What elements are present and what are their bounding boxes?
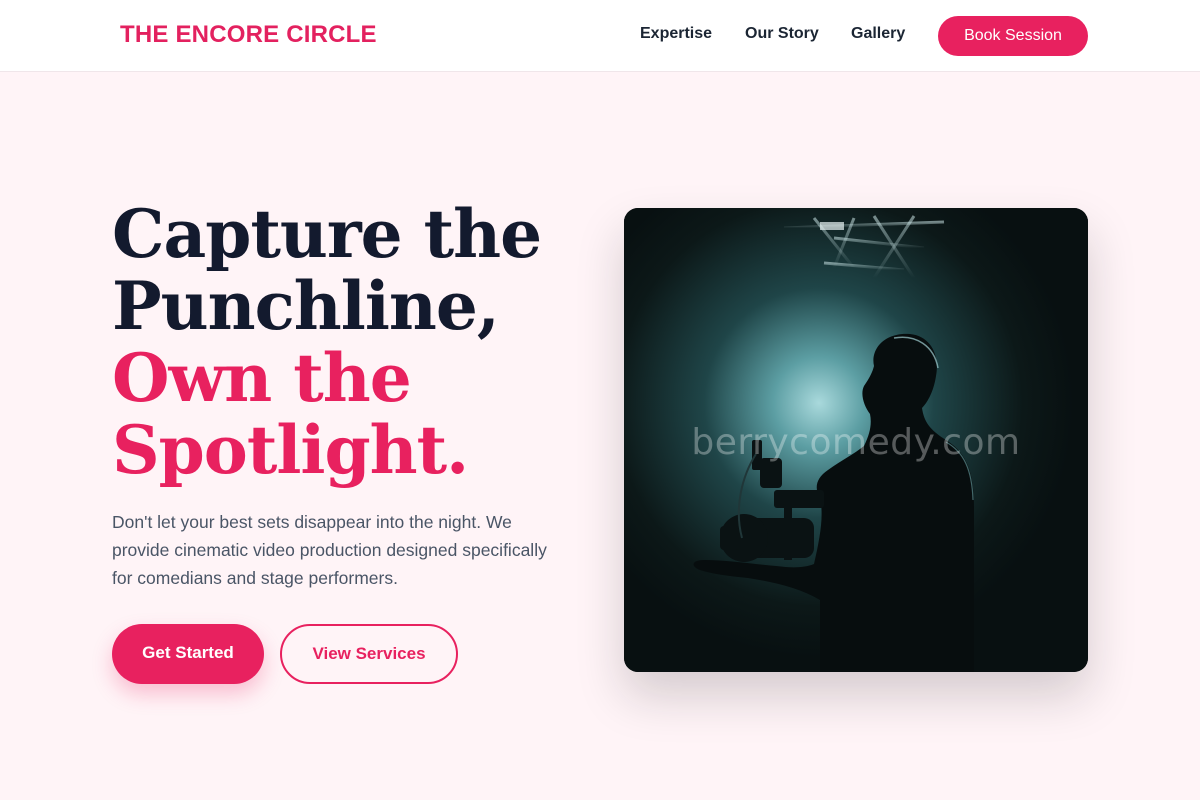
brand-logo[interactable]: THE ENCORE CIRCLE [120,21,377,49]
hero-image: berrycomedy.com [624,208,1088,672]
hero-title: Capture the Punchline, Own the Spotlight… [112,198,582,486]
image-watermark: berrycomedy.com [691,422,1021,463]
view-services-button[interactable]: View Services [280,624,458,684]
hero-title-accent-line: Spotlight. [112,411,469,489]
navbar: THE ENCORE CIRCLE Expertise Our Story Ga… [0,0,1200,72]
nav-link-expertise[interactable]: Expertise [640,25,712,43]
nav-link-gallery[interactable]: Gallery [851,25,905,43]
get-started-button[interactable]: Get Started [112,624,264,684]
hero-title-accent-line: Own the [112,339,412,417]
book-session-button[interactable]: Book Session [938,16,1088,56]
hero-title-line: Capture the [112,195,542,273]
hero-description: Don't let your best sets disappear into … [112,512,547,588]
nav-link-our-story[interactable]: Our Story [745,25,819,43]
hero-title-line: Punchline, [112,267,500,345]
